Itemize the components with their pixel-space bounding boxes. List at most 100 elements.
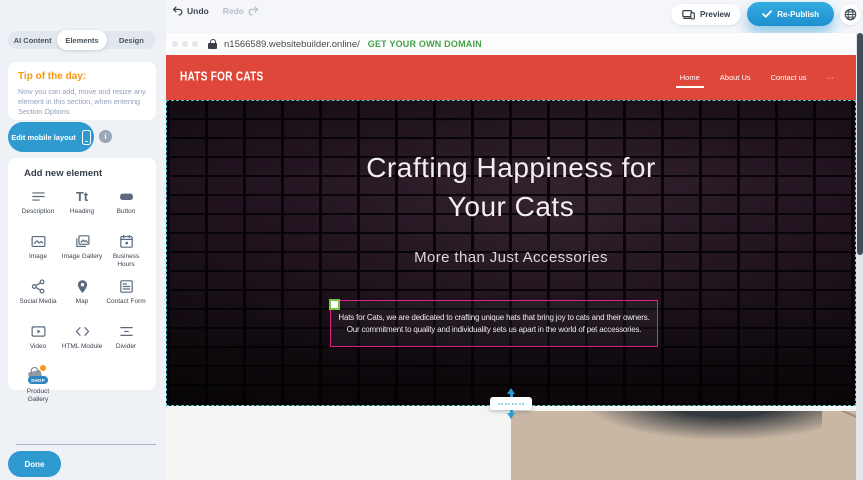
- tab-design[interactable]: Design: [107, 31, 156, 49]
- heading-icon: Tt: [72, 187, 92, 205]
- preview-label: Preview: [700, 10, 730, 19]
- edit-mobile-layout-button[interactable]: Edit mobile layout: [8, 122, 94, 152]
- check-icon: [762, 10, 772, 18]
- lock-icon: [208, 39, 217, 49]
- element-label: Image: [29, 253, 47, 261]
- preview-scrollbar[interactable]: [856, 33, 863, 480]
- tip-title: Tip of the day:: [18, 71, 146, 82]
- info-glyph: i: [104, 132, 106, 141]
- element-label: Description: [22, 208, 55, 216]
- element-map[interactable]: Map: [60, 277, 104, 315]
- image-gallery-icon: [72, 232, 92, 250]
- description-icon: [28, 187, 48, 205]
- undo-icon: [172, 6, 183, 16]
- sidebar-tabs: AI Content Elements Design: [8, 31, 156, 49]
- get-domain-link[interactable]: GET YOUR OWN DOMAIN: [368, 39, 482, 49]
- hero-heading[interactable]: Crafting Happiness for Your Cats: [167, 149, 855, 226]
- republish-button[interactable]: Re-Publish: [747, 2, 834, 26]
- phone-icon: [82, 130, 91, 145]
- hero-paragraph-selected[interactable]: Hats for Cats, we are dedicated to craft…: [330, 300, 658, 347]
- add-new-element-panel: Add new element Description Tt Heading B…: [8, 158, 156, 390]
- devices-icon: [682, 9, 695, 20]
- cat-photo[interactable]: [511, 411, 856, 480]
- social-media-icon: [28, 277, 48, 295]
- business-hours-icon: [116, 232, 136, 250]
- add-new-element-title: Add new element: [24, 168, 148, 179]
- info-icon[interactable]: i: [99, 130, 112, 143]
- section-options-sidebar: AI Content Elements Design Tip of the da…: [0, 0, 166, 480]
- tip-body: Now you can add, move and resize any ele…: [18, 87, 146, 117]
- divider-icon: [116, 322, 136, 340]
- edit-mobile-layout-label: Edit mobile layout: [11, 133, 76, 142]
- element-divider[interactable]: Divider: [104, 322, 148, 360]
- resize-arrow-down-icon[interactable]: [507, 413, 515, 419]
- element-label: HTML Module: [62, 343, 103, 351]
- tab-label: Design: [119, 36, 144, 45]
- element-label: Button: [117, 208, 136, 216]
- element-video[interactable]: Video: [16, 322, 60, 360]
- site-nav: Home About Us Contact us ···: [680, 55, 834, 100]
- redo-icon: [248, 6, 259, 16]
- element-contact-form[interactable]: Contact Form: [104, 277, 148, 315]
- element-heading[interactable]: Tt Heading: [60, 187, 104, 225]
- resize-arrow-up-icon[interactable]: [507, 388, 515, 394]
- new-badge-icon: [39, 364, 47, 372]
- done-button[interactable]: Done: [8, 451, 61, 477]
- product-gallery-icon: SHOP: [28, 367, 48, 385]
- browser-dots: [172, 41, 198, 47]
- nav-home[interactable]: Home: [680, 73, 700, 82]
- drag-grip-icon: [498, 403, 525, 405]
- element-business-hours[interactable]: Business Hours: [104, 232, 148, 270]
- element-image[interactable]: Image: [16, 232, 60, 270]
- element-description[interactable]: Description: [16, 187, 60, 225]
- site-header: HATS FOR CATS Home About Us Contact us ·…: [166, 55, 856, 100]
- browser-bar: n1566589.websitebuilder.online/ GET YOUR…: [166, 33, 856, 55]
- element-label: Social Media: [19, 298, 56, 306]
- nav-about-us[interactable]: About Us: [720, 73, 751, 82]
- hero-section[interactable]: Crafting Happiness for Your Cats More th…: [166, 100, 856, 406]
- element-label: Contact Form: [106, 298, 145, 306]
- element-grid: Description Tt Heading Button Image Imag…: [16, 187, 148, 405]
- tab-label: AI Content: [14, 36, 52, 45]
- element-image-gallery[interactable]: Image Gallery: [60, 232, 104, 270]
- element-html-module[interactable]: HTML Module: [60, 322, 104, 360]
- element-label: Product Gallery: [16, 388, 60, 404]
- nav-contact-us[interactable]: Contact us: [771, 73, 807, 82]
- tab-elements[interactable]: Elements: [57, 30, 106, 50]
- done-label: Done: [25, 460, 45, 469]
- element-social-media[interactable]: Social Media: [16, 277, 60, 315]
- element-label: Business Hours: [104, 253, 148, 269]
- element-label: Image Gallery: [62, 253, 102, 261]
- redo-label: Redo: [223, 6, 244, 16]
- undo-button[interactable]: Undo: [172, 6, 209, 16]
- element-label: Heading: [70, 208, 94, 216]
- shop-badge: SHOP: [28, 376, 48, 384]
- redo-button[interactable]: Redo: [223, 6, 259, 16]
- element-label: Divider: [116, 343, 136, 351]
- contact-form-icon: [116, 277, 136, 295]
- element-label: Video: [30, 343, 47, 351]
- site-url: n1566589.websitebuilder.online/: [224, 39, 360, 50]
- site-logo[interactable]: HATS FOR CATS: [180, 71, 264, 85]
- element-product-gallery[interactable]: SHOP Product Gallery: [16, 367, 60, 405]
- scrollbar-thumb[interactable]: [857, 33, 863, 255]
- tab-ai-content[interactable]: AI Content: [8, 31, 57, 49]
- nav-more-menu[interactable]: ···: [827, 73, 835, 82]
- site-preview: n1566589.websitebuilder.online/ GET YOUR…: [166, 33, 863, 480]
- sidebar-divider: [16, 444, 156, 445]
- globe-icon: [844, 8, 857, 21]
- section-resize-handle[interactable]: [490, 397, 532, 410]
- undo-label: Undo: [187, 6, 209, 16]
- element-button[interactable]: Button: [104, 187, 148, 225]
- preview-button[interactable]: Preview: [671, 4, 741, 25]
- image-icon: [28, 232, 48, 250]
- tab-label: Elements: [65, 36, 98, 45]
- selection-handle[interactable]: [329, 299, 340, 310]
- hero-paragraph-text: Hats for Cats, we are dedicated to craft…: [337, 312, 651, 336]
- button-icon: [116, 187, 136, 205]
- republish-label: Re-Publish: [777, 10, 819, 19]
- html-module-icon: [72, 322, 92, 340]
- hero-subheading[interactable]: More than Just Accessories: [167, 249, 855, 266]
- map-icon: [72, 277, 92, 295]
- language-globe-button[interactable]: [840, 4, 861, 25]
